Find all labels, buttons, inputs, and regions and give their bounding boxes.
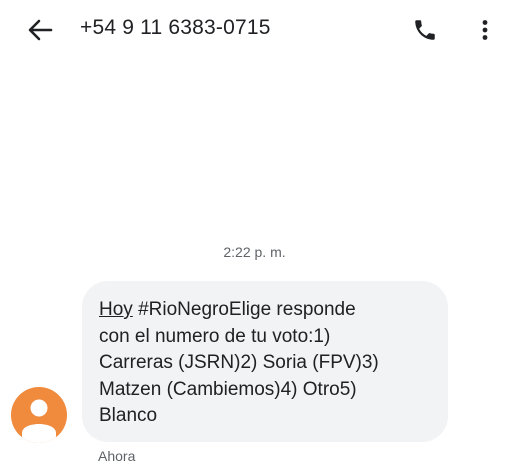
incoming-message-bubble[interactable]: Hoy #RioNegroElige responde con el numer… (82, 281, 448, 442)
message-link-hoy[interactable]: Hoy (99, 299, 133, 320)
arrow-left-icon (28, 19, 53, 41)
message-timestamp: 2:22 p. m. (223, 244, 286, 260)
sender-avatar[interactable] (11, 387, 67, 443)
message-body: #RioNegroElige responde con el numero de… (99, 299, 379, 426)
message-text: Hoy #RioNegroElige responde con el numer… (99, 297, 432, 430)
more-vert-icon (482, 20, 488, 40)
message-status: Ahora (98, 448, 136, 464)
contact-number-title: +54 9 11 6383-0715 (80, 16, 271, 39)
phone-icon (415, 20, 435, 40)
more-options-button[interactable] (470, 14, 500, 46)
person-icon (22, 399, 56, 443)
top-app-bar: +54 9 11 6383-0715 (0, 0, 509, 60)
call-button[interactable] (408, 14, 442, 46)
back-button[interactable] (22, 14, 58, 46)
